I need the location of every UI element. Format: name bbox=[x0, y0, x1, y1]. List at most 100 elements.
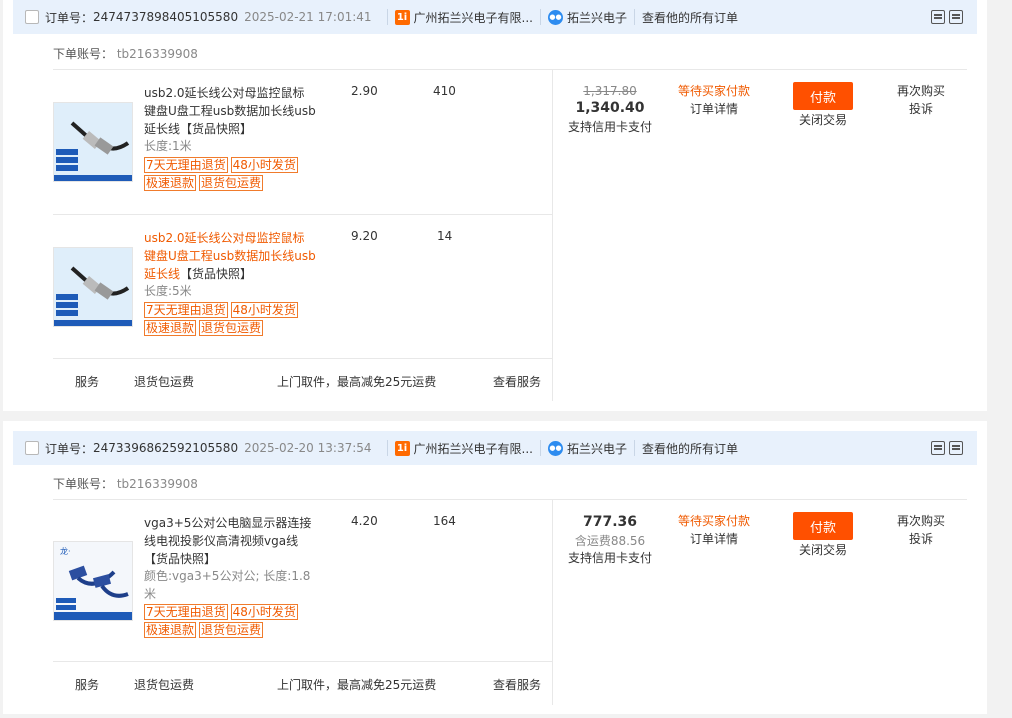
service-tags: 7天无理由退货 48小时发货 极速退款 退货包运费 bbox=[144, 157, 316, 191]
order-header: 订单号： 2473396862592105580 2025-02-20 13:3… bbox=[13, 431, 977, 465]
product-thumbnail[interactable] bbox=[53, 247, 133, 327]
order-detail-link[interactable]: 订单详情 bbox=[664, 530, 764, 548]
order-checkbox[interactable] bbox=[25, 441, 39, 455]
unit-price: 9.20 bbox=[351, 229, 378, 243]
tag-48h-shipping: 48小时发货 bbox=[230, 157, 298, 173]
product-thumbnail[interactable]: 龙· bbox=[53, 541, 133, 621]
order-status: 等待买家付款 bbox=[677, 84, 750, 98]
close-deal-link[interactable]: 关闭交易 bbox=[783, 112, 863, 128]
flag-edit-icon[interactable] bbox=[949, 10, 963, 24]
operation-column: 再次购买 投诉 bbox=[881, 82, 961, 118]
order-status: 等待买家付款 bbox=[677, 514, 750, 528]
credit-card-note: 支持信用卡支付 bbox=[567, 120, 652, 134]
tag-fast-refund: 极速退款 bbox=[144, 175, 197, 191]
account-label: 下单账号： bbox=[53, 477, 114, 491]
svg-text:龙·: 龙· bbox=[60, 546, 71, 556]
product-title[interactable]: usb2.0延长线公对母监控鼠标键盘U盘工程usb数据加长线usb延长线【货品快… bbox=[144, 229, 316, 283]
operation-column: 再次购买 投诉 bbox=[881, 512, 961, 548]
order-header: 订单号： 2474737898405105580 2025-02-21 17:0… bbox=[13, 0, 977, 34]
order-time: 2025-02-21 17:01:41 bbox=[244, 10, 372, 24]
order-time: 2025-02-20 13:37:54 bbox=[244, 441, 372, 455]
order-number-label: 订单号： bbox=[45, 441, 94, 456]
seller-chat-link[interactable]: 拓兰兴电子 bbox=[567, 440, 627, 457]
snapshot-link[interactable]: 【货品快照】 bbox=[180, 267, 252, 281]
product-thumbnail[interactable] bbox=[53, 102, 133, 182]
service-return-shipping: 退货包运费 bbox=[134, 375, 195, 389]
snapshot-link[interactable]: 【货品快照】 bbox=[144, 552, 216, 566]
chat-icon[interactable]: ●● bbox=[547, 9, 563, 25]
pay-column: 付款 关闭交易 bbox=[783, 82, 863, 128]
order-number-label: 订单号： bbox=[45, 10, 94, 25]
shop-icon: 1i bbox=[394, 440, 410, 456]
seller-chat-link[interactable]: 拓兰兴电子 bbox=[567, 9, 627, 26]
order-checkbox[interactable] bbox=[25, 10, 39, 24]
divider bbox=[53, 499, 967, 500]
product-title[interactable]: vga3+5公对公电脑显示器连接线电视投影仪高清视频vga线【货品快照】 bbox=[144, 514, 316, 568]
order-detail-link[interactable]: 订单详情 bbox=[664, 100, 764, 118]
tag-fast-refund: 极速退款 bbox=[144, 622, 197, 638]
order-item: usb2.0延长线公对母监控鼠标键盘U盘工程usb数据加长线usb延长线【货品快… bbox=[53, 84, 553, 214]
divider bbox=[634, 440, 635, 456]
service-row: 服务 退货包运费 上门取件，最高减免25元运费 查看服务 bbox=[53, 661, 553, 705]
rebuy-link[interactable]: 再次购买 bbox=[881, 512, 961, 530]
complain-link[interactable]: 投诉 bbox=[881, 530, 961, 548]
tag-fast-refund: 极速退款 bbox=[144, 320, 197, 336]
tag-no-reason-return: 7天无理由退货 bbox=[144, 604, 228, 620]
status-column: 等待买家付款 订单详情 bbox=[664, 512, 764, 548]
shop-name-link[interactable]: 广州拓兰兴电子有限... bbox=[414, 440, 533, 457]
rebuy-link[interactable]: 再次购买 bbox=[881, 82, 961, 100]
shop-icon: 1i bbox=[394, 9, 410, 25]
original-price: 1,317.80 bbox=[583, 84, 637, 98]
account-row: 下单账号： tb216339908 bbox=[53, 475, 198, 492]
account-label: 下单账号： bbox=[53, 47, 114, 61]
divider bbox=[539, 440, 541, 456]
tag-return-shipping: 退货包运费 bbox=[199, 622, 264, 638]
tag-48h-shipping: 48小时发货 bbox=[230, 302, 298, 318]
product-title[interactable]: usb2.0延长线公对母监控鼠标键盘U盘工程usb数据加长线usb延长线【货品快… bbox=[144, 84, 316, 138]
note-icon[interactable] bbox=[931, 10, 945, 24]
view-service-link[interactable]: 查看服务 bbox=[493, 373, 541, 390]
divider bbox=[539, 9, 541, 25]
shipping-included: 含运费88.56 bbox=[574, 534, 646, 548]
close-deal-link[interactable]: 关闭交易 bbox=[783, 542, 863, 558]
price-column: 1,317.80 1,340.40 支持信用卡支付 bbox=[555, 84, 665, 135]
total-price: 1,340.40 bbox=[575, 100, 645, 116]
see-all-orders-link[interactable]: 查看他的所有订单 bbox=[642, 440, 738, 457]
order-card-2: 订单号： 2473396862592105580 2025-02-20 13:3… bbox=[3, 421, 987, 714]
unit-price: 2.90 bbox=[351, 84, 378, 98]
see-all-orders-link[interactable]: 查看他的所有订单 bbox=[642, 9, 738, 26]
order-number: 2474737898405105580 bbox=[93, 10, 239, 24]
quantity: 14 bbox=[437, 229, 453, 243]
snapshot-link[interactable]: 【货品快照】 bbox=[180, 122, 252, 136]
order-number: 2473396862592105580 bbox=[93, 441, 239, 455]
tag-48h-shipping: 48小时发货 bbox=[230, 604, 298, 620]
divider bbox=[634, 9, 635, 25]
tag-return-shipping: 退货包运费 bbox=[199, 320, 264, 336]
product-spec: 长度:1米 bbox=[144, 139, 192, 153]
complain-link[interactable]: 投诉 bbox=[881, 100, 961, 118]
account-row: 下单账号： tb216339908 bbox=[53, 45, 198, 62]
flag-edit-icon[interactable] bbox=[949, 441, 963, 455]
service-return-shipping: 退货包运费 bbox=[134, 678, 195, 692]
product-spec: 长度:5米 bbox=[144, 284, 192, 298]
price-column: 777.36 含运费88.56 支持信用卡支付 bbox=[555, 512, 665, 566]
view-service-link[interactable]: 查看服务 bbox=[493, 676, 541, 693]
order-item: usb2.0延长线公对母监控鼠标键盘U盘工程usb数据加长线usb延长线【货品快… bbox=[53, 229, 553, 359]
note-icon[interactable] bbox=[931, 441, 945, 455]
pay-button[interactable]: 付款 bbox=[793, 82, 853, 110]
unit-price: 4.20 bbox=[351, 514, 378, 528]
divider bbox=[386, 440, 388, 456]
pay-column: 付款 关闭交易 bbox=[783, 512, 863, 558]
divider bbox=[386, 9, 388, 25]
pay-button[interactable]: 付款 bbox=[793, 512, 853, 540]
total-price: 777.36 bbox=[582, 514, 638, 530]
order-item: 龙· vga3+5公对公电脑显示器连接线电视投影仪高清视频vga线【货品快照】 … bbox=[53, 514, 553, 661]
service-tags: 7天无理由退货 48小时发货 极速退款 退货包运费 bbox=[144, 302, 316, 336]
account-value: tb216339908 bbox=[116, 477, 198, 491]
tag-no-reason-return: 7天无理由退货 bbox=[144, 157, 228, 173]
account-value: tb216339908 bbox=[116, 47, 198, 61]
shop-name-link[interactable]: 广州拓兰兴电子有限... bbox=[414, 9, 533, 26]
chat-icon[interactable]: ●● bbox=[547, 440, 563, 456]
product-spec: 颜色:vga3+5公对公; 长度:1.8米 bbox=[144, 569, 311, 601]
service-label: 服务 bbox=[75, 678, 100, 692]
